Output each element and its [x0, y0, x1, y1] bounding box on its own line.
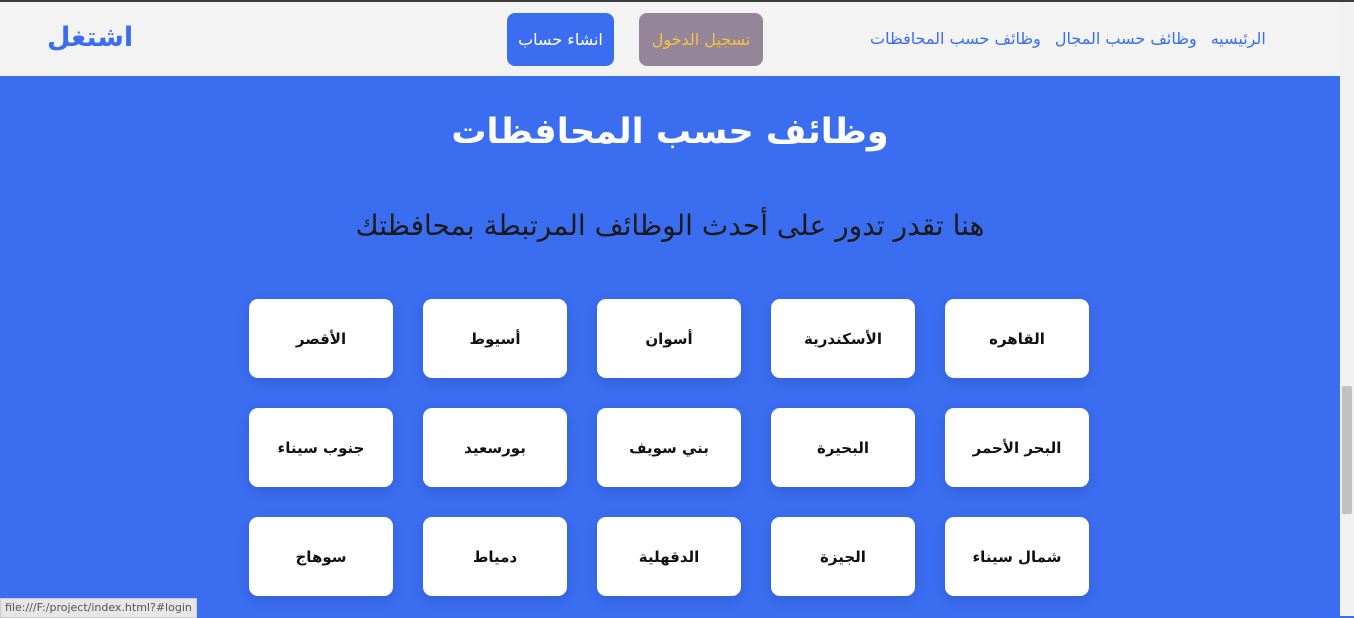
governorate-card-damietta[interactable]: دمياط	[423, 517, 567, 596]
governorate-card-giza[interactable]: الجيزة	[771, 517, 915, 596]
page-subtitle: هنا تقدر تدور على أحدث الوظائف المرتبطة …	[355, 209, 985, 242]
vertical-scrollbar[interactable]	[1340, 2, 1354, 616]
governorate-grid: القاهره الأسكندرية أسوان أسيوط الأقصر ال…	[249, 299, 1089, 596]
governorate-card-beni-suef[interactable]: بني سويف	[597, 408, 741, 487]
nav-link-jobs-by-field[interactable]: وظائف حسب المجال	[1055, 29, 1197, 48]
governorate-card-red-sea[interactable]: البحر الأحمر	[945, 408, 1089, 487]
status-bar-url: file:///F:/project/index.html?#login	[0, 598, 197, 618]
governorate-card-port-said[interactable]: بورسعيد	[423, 408, 567, 487]
login-button[interactable]: تسجيل الدخول	[639, 13, 763, 66]
governorate-card-south-sinai[interactable]: جنوب سيناء	[249, 408, 393, 487]
page: اشتغل انشاء حساب تسجيل الدخول الرئيسيه و…	[0, 2, 1340, 616]
governorate-card-beheira[interactable]: البحيرة	[771, 408, 915, 487]
governorate-card-north-sinai[interactable]: شمال سيناء	[945, 517, 1089, 596]
scrollbar-thumb[interactable]	[1342, 386, 1352, 514]
navbar: اشتغل انشاء حساب تسجيل الدخول الرئيسيه و…	[0, 2, 1340, 76]
nav-links: الرئيسيه وظائف حسب المجال وظائف حسب المح…	[870, 29, 1290, 48]
brand-logo[interactable]: اشتغل	[47, 22, 133, 53]
governorate-card-cairo[interactable]: القاهره	[945, 299, 1089, 378]
governorate-card-dakahlia[interactable]: الدقهلية	[597, 517, 741, 596]
governorate-card-aswan[interactable]: أسوان	[597, 299, 741, 378]
register-button[interactable]: انشاء حساب	[507, 13, 614, 66]
nav-link-jobs-by-governorate[interactable]: وظائف حسب المحافظات	[870, 29, 1041, 48]
nav-link-home[interactable]: الرئيسيه	[1211, 29, 1266, 48]
page-title: وظائف حسب المحافظات	[451, 112, 889, 152]
governorate-card-luxor[interactable]: الأقصر	[249, 299, 393, 378]
governorate-card-alexandria[interactable]: الأسكندرية	[771, 299, 915, 378]
governorate-card-assiut[interactable]: أسيوط	[423, 299, 567, 378]
governorate-card-sohag[interactable]: سوهاج	[249, 517, 393, 596]
